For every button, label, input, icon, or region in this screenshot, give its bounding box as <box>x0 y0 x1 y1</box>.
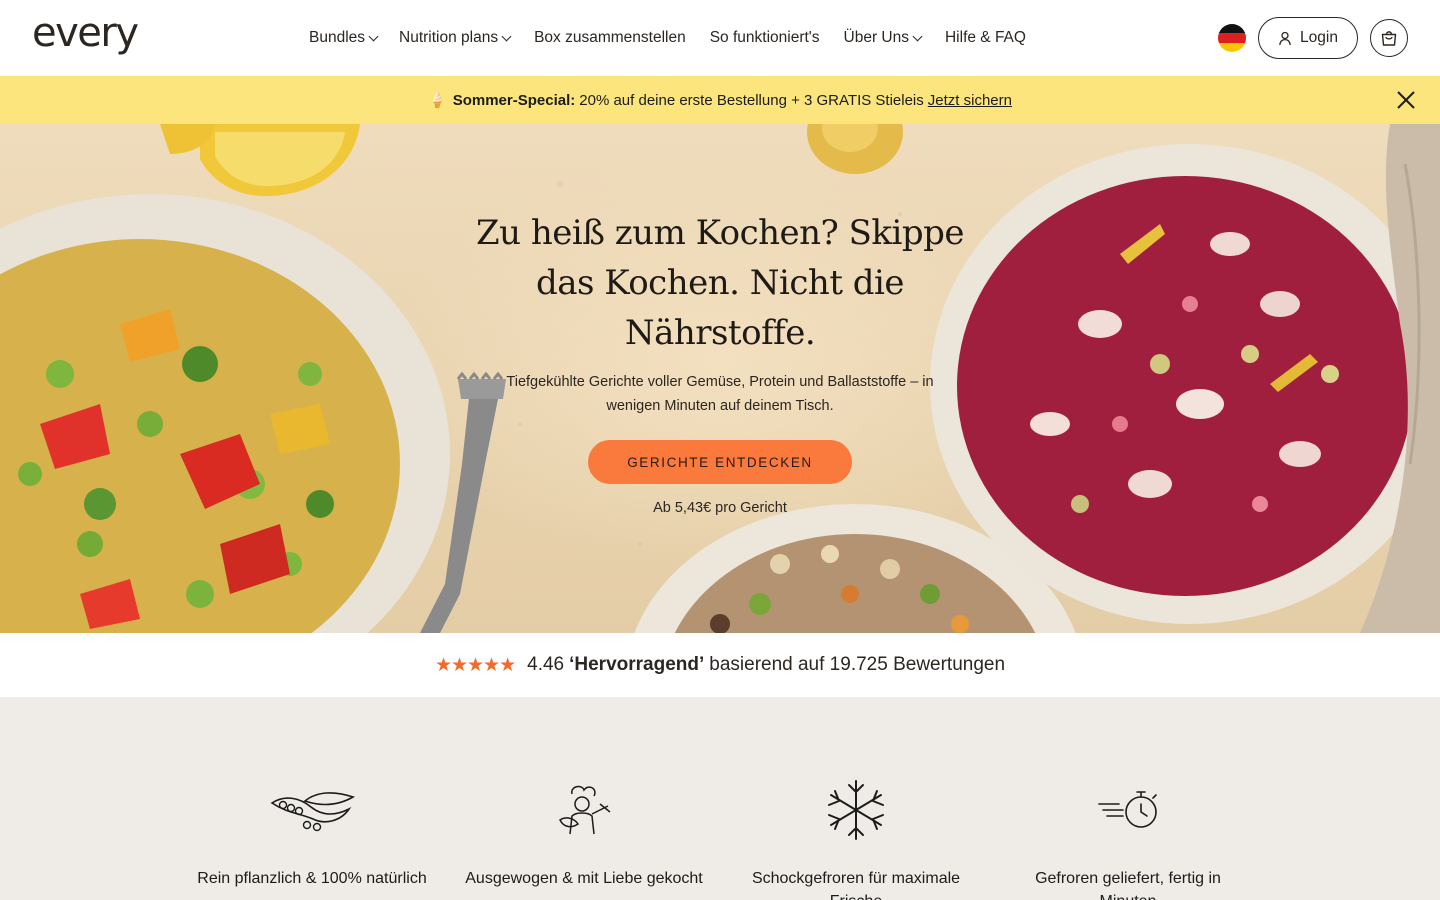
nav-bundles-label: Bundles <box>309 29 366 46</box>
nav-nutrition-plans[interactable]: Nutrition plans <box>399 29 512 47</box>
features-section: Rein pflanzlich & 100% natürlich Ausgewo… <box>0 697 1440 900</box>
price-note: Ab 5,43€ pro Gericht <box>653 500 787 516</box>
cart-button[interactable] <box>1370 19 1408 57</box>
hero-subtitle: Tiefgekühlte Gerichte voller Gemüse, Pro… <box>506 374 934 414</box>
feature-label: Gefroren geliefert, fertig in Minuten <box>1035 870 1221 900</box>
promo-strong-text: Sommer-Special: <box>452 91 576 109</box>
rating-text: basierend auf 19.725 Bewertungen <box>709 654 1006 675</box>
nav-nutrition-plans-label: Nutrition plans <box>399 29 499 46</box>
feature-label: Rein pflanzlich & 100% natürlich <box>197 870 427 887</box>
snowflake-icon <box>828 780 884 840</box>
feature-item: Ausgewogen & mit Liebe gekocht <box>464 697 704 890</box>
shopping-bag-icon <box>1381 31 1397 46</box>
nav-box-label: Box zusammenstellen <box>534 29 686 46</box>
nav-box-zusammenstellen[interactable]: Box zusammenstellen <box>534 29 686 47</box>
germany-flag-icon[interactable] <box>1218 24 1246 52</box>
feature-item: Gefroren geliefert, fertig in Minuten <box>1008 697 1248 900</box>
main-nav: Bundles Nutrition plans Box zusammenstel… <box>309 27 1026 49</box>
nav-bundles[interactable]: Bundles <box>309 29 379 47</box>
promo-banner: 🍦 Sommer-Special: 20% auf deine erste Be… <box>0 76 1440 124</box>
nav-help-label: Hilfe & FAQ <box>944 29 1026 46</box>
stopwatch-icon <box>1098 791 1157 828</box>
logo[interactable]: every <box>32 10 139 56</box>
login-button[interactable]: Login <box>1258 17 1358 59</box>
nav-how-it-works-label: So funktioniert's <box>709 29 820 46</box>
rating-verdict: ‘Hervorragend’ <box>569 654 705 675</box>
nav-ueber-uns[interactable]: Über Uns <box>843 29 923 47</box>
user-icon <box>1279 31 1291 45</box>
rating-bar: ★★★★★ 4.46 ‘Hervorragend’ basierend auf … <box>0 633 1440 697</box>
rating-score: 4.46 <box>527 654 565 675</box>
hero-section: Zu heiß zum Kochen? Skippe das Kochen. N… <box>0 124 1440 633</box>
nav-about-label: Über Uns <box>843 29 909 46</box>
chevron-down-icon <box>501 31 512 41</box>
ice-cream-icon: 🍦 <box>428 92 447 109</box>
nav-so-funktionierts[interactable]: So funktioniert's <box>710 29 820 47</box>
close-icon[interactable] <box>1396 90 1416 110</box>
login-label: Login <box>1300 29 1338 46</box>
promo-link[interactable]: Jetzt sichern <box>928 92 1012 109</box>
nav-hilfe-faq[interactable]: Hilfe & FAQ <box>945 29 1026 47</box>
feature-label: Schockgefroren für maximale Frische <box>751 870 961 900</box>
stars-icon: ★★★★★ <box>434 654 516 676</box>
site-header: every Bundles Nutrition plans Box zusamm… <box>0 0 1440 76</box>
feature-item: Rein pflanzlich & 100% natürlich <box>192 697 432 890</box>
promo-text: 20% auf deine erste Bestellung + 3 GRATI… <box>579 91 924 109</box>
chevron-down-icon <box>912 31 923 41</box>
chef-icon <box>559 785 611 835</box>
discover-meals-button[interactable]: GERICHTE ENTDECKEN <box>588 440 852 484</box>
peas-pod-icon <box>270 792 355 832</box>
feature-item: Schockgefroren für maximale Frische <box>736 697 976 900</box>
feature-label: Ausgewogen & mit Liebe gekocht <box>465 870 703 887</box>
hero-title: Zu heiß zum Kochen? Skippe das Kochen. N… <box>476 213 964 353</box>
chevron-down-icon <box>368 31 379 41</box>
